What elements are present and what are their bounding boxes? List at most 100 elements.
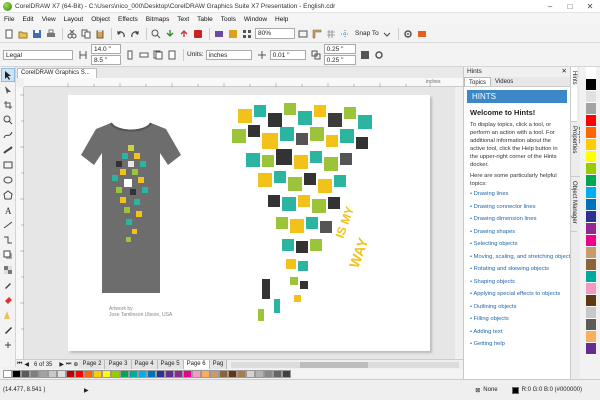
color-swatch[interactable] [586,91,596,103]
connector-tool-icon[interactable] [1,233,15,247]
palette-swatch[interactable] [183,370,192,378]
nudge-distance-input[interactable]: 0.01 " [269,49,306,60]
document-page[interactable]: Artwork by Jose Tamlinson Ubeze, USA IS … [68,95,430,351]
options-gear-icon[interactable] [402,28,414,40]
palette-swatch[interactable] [228,370,237,378]
palette-swatch[interactable] [57,370,66,378]
export-icon[interactable] [178,28,190,40]
chevron-down-icon[interactable] [381,28,393,40]
landscape-icon[interactable] [138,49,150,61]
palette-swatch[interactable] [246,370,255,378]
color-swatch[interactable] [586,343,596,355]
options-icon[interactable] [373,49,385,61]
palette-swatch[interactable] [102,370,111,378]
fill-indicator[interactable]: ⊠ None [475,387,497,394]
hint-link-selecting-objects[interactable]: Selecting objects [470,241,565,247]
geometric-artwork[interactable]: IS MY WAY [218,99,418,339]
page-tab-4[interactable]: Page 4 [131,360,158,369]
drawing-canvas[interactable]: Artwork by Jose Tamlinson Ubeze, USA IS … [24,87,463,359]
docker-tab-object-manager[interactable]: Object Manager [571,177,577,232]
scrollbar-thumb[interactable] [299,361,368,368]
first-page-icon[interactable]: ⏮ [17,361,22,368]
ellipse-tool-icon[interactable] [1,173,15,187]
publish-pdf-icon[interactable] [192,28,204,40]
transparency-icon[interactable] [1,263,15,277]
menu-layout[interactable]: Layout [64,16,84,23]
menu-object[interactable]: Object [91,16,110,23]
palette-swatch[interactable] [201,370,210,378]
hint-link-shaping-objects[interactable]: Shaping objects [470,279,565,285]
tab-videos[interactable]: Videos [491,77,517,86]
treat-as-filled-icon[interactable] [359,49,371,61]
snap-to-dropdown[interactable]: Snap To [355,30,379,37]
add-page-icon[interactable]: ⊕ [73,361,78,368]
hint-link-outlining-objects[interactable]: Outlining objects [470,304,565,310]
page-tab-6[interactable]: Page 6 [183,360,210,369]
color-swatch[interactable] [586,103,596,115]
page-tab-3[interactable]: Page 3 [105,360,132,369]
duplicate-x-input[interactable]: 0.25 " [323,44,356,54]
cut-icon[interactable] [66,28,78,40]
full-screen-preview-icon[interactable] [297,28,309,40]
palette-swatch[interactable] [3,370,12,378]
color-swatch[interactable] [586,139,596,151]
drop-shadow-icon[interactable] [1,248,15,262]
color-swatch[interactable] [586,67,596,79]
color-swatch[interactable] [586,295,596,307]
add-tool-icon[interactable] [1,338,15,352]
hint-link-dimension-lines[interactable]: Drawing dimension lines [470,216,565,222]
color-swatch[interactable] [586,271,596,283]
menu-file[interactable]: File [4,16,14,23]
horizontal-ruler[interactable]: inches [24,78,463,87]
paste-icon[interactable] [94,28,106,40]
hint-link-filling-objects[interactable]: Filling objects [470,316,565,322]
save-icon[interactable] [31,28,43,40]
palette-swatch[interactable] [156,370,165,378]
palette-swatch[interactable] [219,370,228,378]
palette-swatch[interactable] [21,370,30,378]
welcome-screen-icon[interactable] [213,28,225,40]
color-swatch[interactable] [586,331,596,343]
color-swatch[interactable] [586,211,596,223]
freehand-tool-icon[interactable] [1,128,15,142]
pick-tool-icon[interactable] [1,68,15,82]
palette-swatch[interactable] [138,370,147,378]
show-guidelines-icon[interactable] [339,28,351,40]
palette-swatch[interactable] [84,370,93,378]
corel-connect-icon[interactable] [227,28,239,40]
page-tab-7[interactable]: Pag [209,360,228,369]
play-icon[interactable]: ▶ [84,387,89,394]
palette-swatch[interactable] [192,370,201,378]
tshirt-artwork[interactable] [76,103,186,303]
zoom-level-input[interactable]: 80% [255,28,295,39]
vertical-scrollbar[interactable] [455,87,463,359]
duplicate-y-input[interactable]: 0.25 " [323,55,356,65]
units-select[interactable]: inches [205,49,252,60]
menu-effects[interactable]: Effects [118,16,138,23]
current-page-icon[interactable] [166,49,178,61]
last-page-icon[interactable]: ⏭ [66,361,71,368]
tab-topics[interactable]: Topics [464,77,492,86]
palette-swatch[interactable] [264,370,273,378]
menu-table[interactable]: Table [197,16,213,23]
menu-window[interactable]: Window [244,16,267,23]
menu-bitmaps[interactable]: Bitmaps [146,16,169,23]
show-rulers-icon[interactable] [311,28,323,40]
color-swatch[interactable] [586,175,596,187]
copy-icon[interactable] [80,28,92,40]
color-swatch[interactable] [586,115,596,127]
palette-swatch[interactable] [174,370,183,378]
page-tab-5[interactable]: Page 5 [157,360,184,369]
palette-swatch[interactable] [210,370,219,378]
color-swatch[interactable] [586,283,596,295]
interactive-fill-icon[interactable] [1,293,15,307]
menu-tools[interactable]: Tools [221,16,236,23]
open-folder-icon[interactable] [17,28,29,40]
color-swatch[interactable] [586,151,596,163]
rectangle-tool-icon[interactable] [1,158,15,172]
page-size-select[interactable]: Legal [3,49,73,60]
parallel-dimension-icon[interactable] [1,218,15,232]
hint-link-moving-objects[interactable]: Moving, scaling, and stretching objects [470,254,574,260]
color-swatch[interactable] [586,163,596,175]
palette-swatch[interactable] [273,370,282,378]
